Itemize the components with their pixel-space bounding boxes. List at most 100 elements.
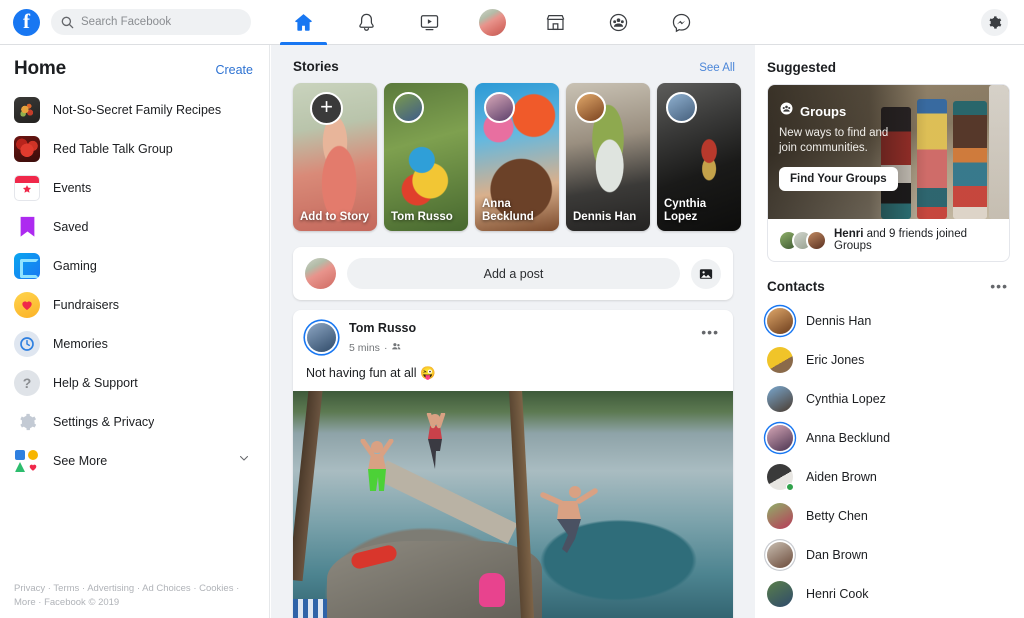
nav-home[interactable] (272, 0, 335, 45)
nav-messenger[interactable] (650, 0, 713, 45)
add-post-input[interactable]: Add a post (347, 258, 680, 289)
sidebar-item-fundraisers[interactable]: Fundraisers (0, 285, 269, 324)
bookmark-icon (14, 214, 40, 240)
story-card-cynthia-lopez[interactable]: Cynthia Lopez (657, 83, 741, 231)
contact-name: Henri Cook (806, 586, 869, 601)
contact-betty-chen[interactable]: Betty Chen (755, 496, 1024, 535)
find-your-groups-button[interactable]: Find Your Groups (779, 167, 898, 192)
avatar (767, 424, 793, 451)
header-left: Search Facebook (0, 8, 272, 36)
post-image[interactable] (293, 390, 733, 618)
bell-icon (359, 13, 374, 31)
contact-aiden-brown[interactable]: Aiden Brown (755, 457, 1024, 496)
avatar (767, 307, 793, 334)
avatar (767, 385, 793, 412)
story-card-add-to-story[interactable]: Add to Story (293, 83, 377, 231)
group-photo-icon (14, 96, 40, 123)
gear-icon (14, 409, 40, 435)
video-icon (420, 14, 439, 30)
settings-button[interactable] (981, 8, 1008, 36)
contacts-header: Contacts ••• (755, 262, 1024, 301)
post-text: Not having fun at all 😜 (306, 365, 436, 380)
groups-icon (609, 13, 628, 31)
footer-name: Henri (834, 228, 864, 240)
search-placeholder: Search Facebook (81, 16, 172, 28)
avatar (484, 92, 515, 123)
suggested-card-image: Groups New ways to find and join communi… (768, 85, 1009, 219)
right-sidebar: Suggested Groups New ways to find and jo… (755, 45, 1024, 618)
facepile (778, 229, 827, 251)
sidebar-item-help-support[interactable]: ? Help & Support (0, 363, 269, 402)
sidebar-item-family-recipes[interactable]: Not-So-Secret Family Recipes (0, 90, 269, 129)
nav-marketplace[interactable] (524, 0, 587, 45)
contact-name: Dan Brown (806, 547, 868, 562)
nav-profile[interactable] (461, 0, 524, 45)
gear-icon (989, 15, 1002, 29)
suggested-card-footer-text: Henri and 9 friends joined Groups (834, 228, 999, 252)
post-timestamp: 5 mins (349, 341, 380, 354)
suggested-groups-card[interactable]: Groups New ways to find and join communi… (767, 84, 1010, 262)
story-card-tom-russo[interactable]: Tom Russo (384, 83, 468, 231)
contact-name: Eric Jones (806, 352, 865, 367)
facebook-logo-icon[interactable] (13, 8, 40, 36)
story-card-anna-becklund[interactable]: Anna Becklund (475, 83, 559, 231)
contacts-list: Dennis Han Eric Jones Cynthia Lopez Anna… (755, 301, 1024, 613)
stories-header: Stories See All (271, 45, 755, 83)
nav-groups[interactable] (587, 0, 650, 45)
sidebar-item-see-more[interactable]: See More (0, 441, 269, 480)
sidebar-item-label: Help & Support (53, 375, 138, 390)
contact-dan-brown[interactable]: Dan Brown (755, 535, 1024, 574)
group-photo-icon (14, 135, 40, 162)
create-link[interactable]: Create (215, 63, 253, 77)
sidebar-item-memories[interactable]: Memories (0, 324, 269, 363)
post-options-button[interactable]: ••• (701, 324, 719, 340)
friends-icon (391, 339, 402, 357)
add-photo-button[interactable] (691, 258, 721, 289)
messenger-icon (672, 13, 691, 32)
story-label: Cynthia Lopez (664, 198, 707, 224)
plus-icon[interactable] (310, 92, 343, 125)
sidebar-item-settings-privacy[interactable]: Settings & Privacy (0, 402, 269, 441)
contact-cynthia-lopez[interactable]: Cynthia Lopez (755, 379, 1024, 418)
contact-name: Anna Becklund (806, 430, 891, 445)
avatar (305, 258, 336, 289)
groups-icon (779, 101, 794, 121)
sidebar-footer-links[interactable]: Privacy · Terms · Advertising · Ad Choic… (14, 582, 255, 610)
nav-notifications[interactable] (335, 0, 398, 45)
shapes-icon (14, 448, 40, 474)
story-card-dennis-han[interactable]: Dennis Han (566, 83, 650, 231)
sidebar-item-saved[interactable]: Saved (0, 207, 269, 246)
post-author-name[interactable]: Tom Russo (349, 321, 416, 337)
contact-dennis-han[interactable]: Dennis Han (755, 301, 1024, 340)
sidebar-header: Home Create (0, 45, 269, 90)
sidebar-item-red-table-talk[interactable]: Red Table Talk Group (0, 129, 269, 168)
contact-name: Dennis Han (806, 313, 872, 328)
stories-see-all-link[interactable]: See All (699, 62, 735, 74)
nav-watch[interactable] (398, 0, 461, 45)
contact-henri-cook[interactable]: Henri Cook (755, 574, 1024, 613)
avatar (767, 346, 793, 373)
contact-anna-becklund[interactable]: Anna Becklund (755, 418, 1024, 457)
stories-title: Stories (293, 59, 339, 74)
sidebar-item-events[interactable]: Events (0, 168, 269, 207)
stories-row: Add to Story Tom Russo Anna Becklund Den… (271, 83, 755, 231)
online-status-indicator (786, 482, 794, 491)
search-input[interactable]: Search Facebook (51, 9, 251, 35)
post-composer: Add a post (293, 247, 733, 300)
avatar (806, 229, 827, 251)
contact-eric-jones[interactable]: Eric Jones (755, 340, 1024, 379)
avatar (575, 92, 606, 123)
suggested-card-footer[interactable]: Henri and 9 friends joined Groups (768, 219, 1009, 261)
sidebar-item-gaming[interactable]: Gaming (0, 246, 269, 285)
calendar-star-icon (14, 174, 40, 201)
header-nav (272, 0, 944, 45)
contacts-options-button[interactable]: ••• (990, 278, 1008, 294)
left-sidebar: Home Create Not-So-Secret Family Recipes… (0, 45, 270, 618)
sidebar-item-label: Red Table Talk Group (53, 141, 173, 156)
avatar[interactable] (307, 323, 336, 352)
news-feed: Stories See All Add to Story Tom Russo A… (271, 45, 755, 618)
contacts-title: Contacts (767, 278, 825, 294)
chevron-down-icon[interactable] (237, 451, 251, 470)
sidebar-item-label: Memories (53, 336, 108, 351)
avatar (666, 92, 697, 123)
